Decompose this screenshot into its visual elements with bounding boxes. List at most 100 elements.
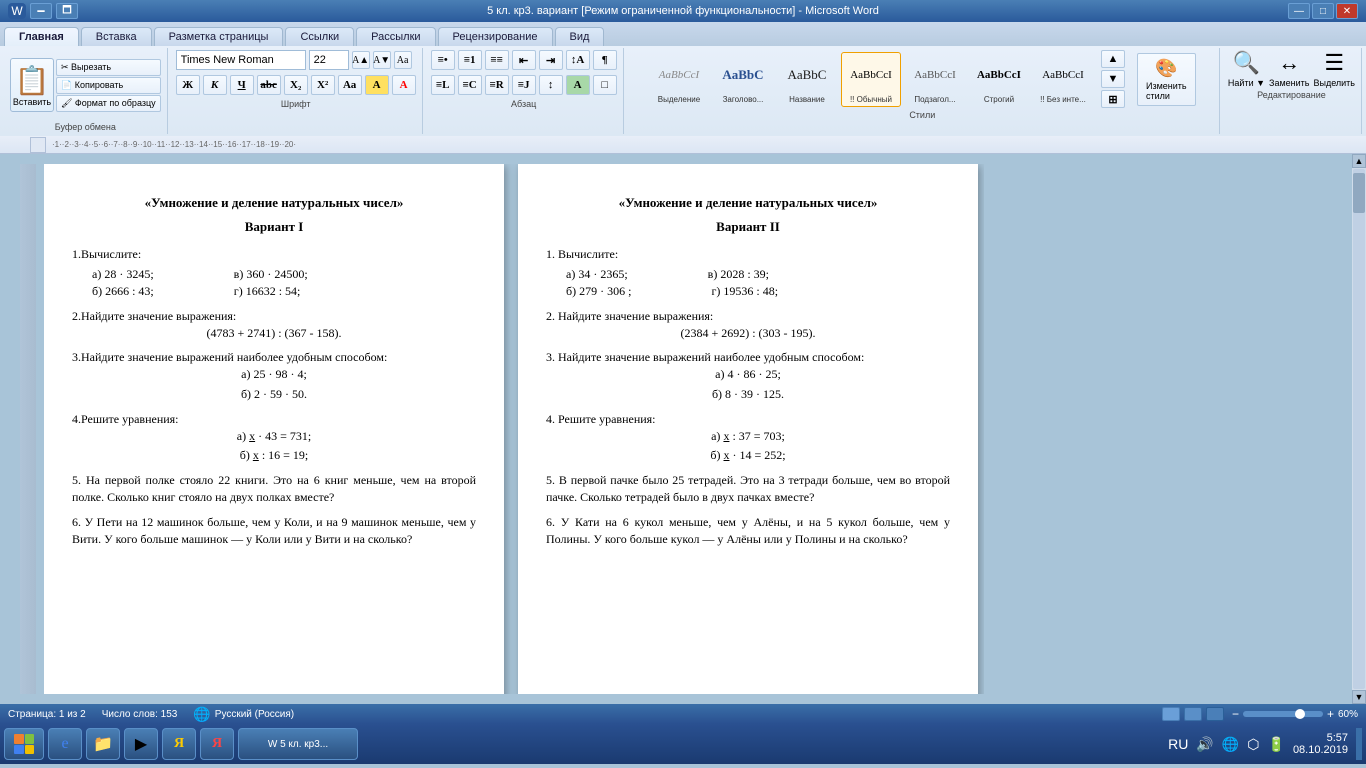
v1-task5: 5. На первой полке стояло 22 книги. Это …	[72, 472, 476, 506]
font-name-input[interactable]	[176, 50, 306, 70]
align-center-btn[interactable]: ≡C	[458, 75, 482, 95]
clear-format-btn[interactable]: Aa	[394, 51, 412, 69]
style-strict[interactable]: AaBbCcI Строгий	[969, 52, 1029, 107]
explorer-button[interactable]: 📁	[86, 728, 120, 760]
style-heading[interactable]: AaBbC Заголово...	[713, 52, 773, 107]
v2-task4: 4. Решите уравнения: а) x : 37 = 703; б)…	[546, 411, 950, 464]
numbering-btn[interactable]: ≡1	[458, 50, 482, 70]
view-print-btn[interactable]	[1162, 707, 1180, 721]
styles-scroll-up[interactable]: ▲	[1101, 50, 1125, 68]
minimize-btn[interactable]: 🗕	[30, 3, 52, 19]
style-subtitle[interactable]: AaBbCcI Подзагол...	[905, 52, 965, 107]
style-selection[interactable]: AaBbCcI Выделение	[649, 52, 709, 107]
media-button[interactable]: ▶	[124, 728, 158, 760]
case-btn[interactable]: Аа	[338, 75, 362, 95]
scroll-thumb[interactable]	[1353, 173, 1365, 213]
scroll-down-btn[interactable]: ▼	[1352, 690, 1366, 704]
ie-button[interactable]: e	[48, 728, 82, 760]
view-outline-btn[interactable]	[1206, 707, 1224, 721]
styles-scroll-down[interactable]: ▼	[1101, 70, 1125, 88]
tab-layout[interactable]: Разметка страницы	[154, 27, 284, 46]
tab-home[interactable]: Главная	[4, 27, 79, 46]
tab-view[interactable]: Вид	[555, 27, 605, 46]
select-icon[interactable]: ☰	[1324, 50, 1344, 76]
app-icon[interactable]: W	[8, 3, 26, 19]
increase-indent-btn[interactable]: ⇥	[539, 50, 563, 70]
shading-btn[interactable]: A	[566, 75, 590, 95]
strikethrough-btn[interactable]: аbс	[257, 75, 281, 95]
shrink-font-btn[interactable]: A▼	[373, 51, 391, 69]
format-painter-button[interactable]: 🖌 Формат по образцу	[56, 95, 161, 112]
titlebar-controls: — □ ✕	[1288, 3, 1358, 19]
v2-task1-b: б) 279 · 306 ;	[566, 283, 631, 300]
clipboard-small-btns: ✂ Вырезать 📄 Копировать 🖌 Формат по обра…	[56, 59, 161, 112]
tray-network[interactable]: 🌐	[1222, 736, 1239, 753]
highlight-btn[interactable]: А	[365, 75, 389, 95]
font-color-btn[interactable]: А	[392, 75, 416, 95]
tab-refs[interactable]: Ссылки	[285, 27, 354, 46]
tray-volume[interactable]: 🔊	[1196, 736, 1213, 753]
style-title[interactable]: AaBbC Название	[777, 52, 837, 107]
tab-insert[interactable]: Вставка	[81, 27, 152, 46]
styles-expand[interactable]: ⊞	[1101, 90, 1125, 108]
tab-mailings[interactable]: Рассылки	[356, 27, 435, 46]
border-btn[interactable]: □	[593, 75, 617, 95]
v1-task1-g: г) 16632 : 54;	[234, 283, 301, 300]
show-desktop-btn[interactable]	[1356, 728, 1362, 760]
bullets-btn[interactable]: ≡•	[431, 50, 455, 70]
style-label-normal: !! Обычный	[850, 95, 892, 104]
copy-button[interactable]: 📄 Копировать	[56, 77, 161, 94]
change-styles-btn[interactable]: 🎨 Изменитьстили	[1137, 53, 1196, 106]
clipboard-group: 📋 Вставить ✂ Вырезать 📄 Копировать 🖌 Фор…	[4, 48, 168, 134]
zoom-in-btn[interactable]: +	[1327, 707, 1334, 721]
cut-button[interactable]: ✂ Вырезать	[56, 59, 161, 76]
scroll-up-btn[interactable]: ▲	[1352, 154, 1366, 168]
find-icon[interactable]: 🔍	[1233, 50, 1260, 76]
justify-btn[interactable]: ≡J	[512, 75, 536, 95]
page-count: Страница: 1 из 2	[8, 709, 86, 720]
zoom-out-btn[interactable]: −	[1232, 707, 1239, 721]
italic-btn[interactable]: К	[203, 75, 227, 95]
v1-task4-header: 4.Решите уравнения:	[72, 411, 476, 428]
win-restore[interactable]: □	[1312, 3, 1334, 19]
subscript-btn[interactable]: X₂	[284, 75, 308, 95]
tray-battery[interactable]: 🔋	[1268, 736, 1285, 753]
view-web-btn[interactable]	[1184, 707, 1202, 721]
superscript-btn[interactable]: X²	[311, 75, 335, 95]
yandex2-button[interactable]: Я	[200, 728, 234, 760]
word-taskbar-btn[interactable]: W 5 кл. кр3...	[238, 728, 358, 760]
bold-btn[interactable]: Ж	[176, 75, 200, 95]
ruler-corner[interactable]	[30, 137, 46, 153]
style-normal[interactable]: AaBbCcI !! Обычный	[841, 52, 901, 107]
restore-btn[interactable]: 🗖	[56, 3, 78, 19]
start-button[interactable]	[4, 728, 44, 760]
win-close[interactable]: ✕	[1336, 3, 1358, 19]
pages-container: «Умножение и деление натуральных чисел» …	[44, 164, 984, 694]
line-spacing-btn[interactable]: ↕	[539, 75, 563, 95]
zoom-thumb[interactable]	[1295, 709, 1305, 719]
underline-btn[interactable]: Ч	[230, 75, 254, 95]
style-noformat[interactable]: AaBbCcI !! Без инте...	[1033, 52, 1093, 107]
style-label-subtitle: Подзагол...	[914, 95, 955, 104]
win-minimize[interactable]: —	[1288, 3, 1310, 19]
replace-icon[interactable]: ↔	[1278, 50, 1300, 76]
zoom-control: − + 60%	[1232, 707, 1358, 721]
v1-task4-b: б) x : 16 = 19;	[72, 447, 476, 464]
scroll-track	[1353, 169, 1365, 689]
tray-bluetooth[interactable]: ⬡	[1247, 736, 1259, 753]
decrease-indent-btn[interactable]: ⇤	[512, 50, 536, 70]
v1-task2-expr: (4783 + 2741) : (367 - 158).	[72, 325, 476, 342]
align-left-btn[interactable]: ≡L	[431, 75, 455, 95]
align-right-btn[interactable]: ≡R	[485, 75, 509, 95]
show-marks-btn[interactable]: ¶	[593, 50, 617, 70]
sort-btn[interactable]: ↕A	[566, 50, 590, 70]
tab-review[interactable]: Рецензирование	[438, 27, 553, 46]
vertical-scrollbar[interactable]: ▲ ▼	[1352, 154, 1366, 704]
multilevel-btn[interactable]: ≡≡	[485, 50, 509, 70]
zoom-slider[interactable]	[1243, 711, 1323, 717]
statusbar-right: − + 60%	[1162, 707, 1358, 721]
yandex-button[interactable]: Я	[162, 728, 196, 760]
font-size-input[interactable]	[309, 50, 349, 70]
grow-font-btn[interactable]: A▲	[352, 51, 370, 69]
paste-button[interactable]: 📋 Вставить	[10, 58, 54, 112]
